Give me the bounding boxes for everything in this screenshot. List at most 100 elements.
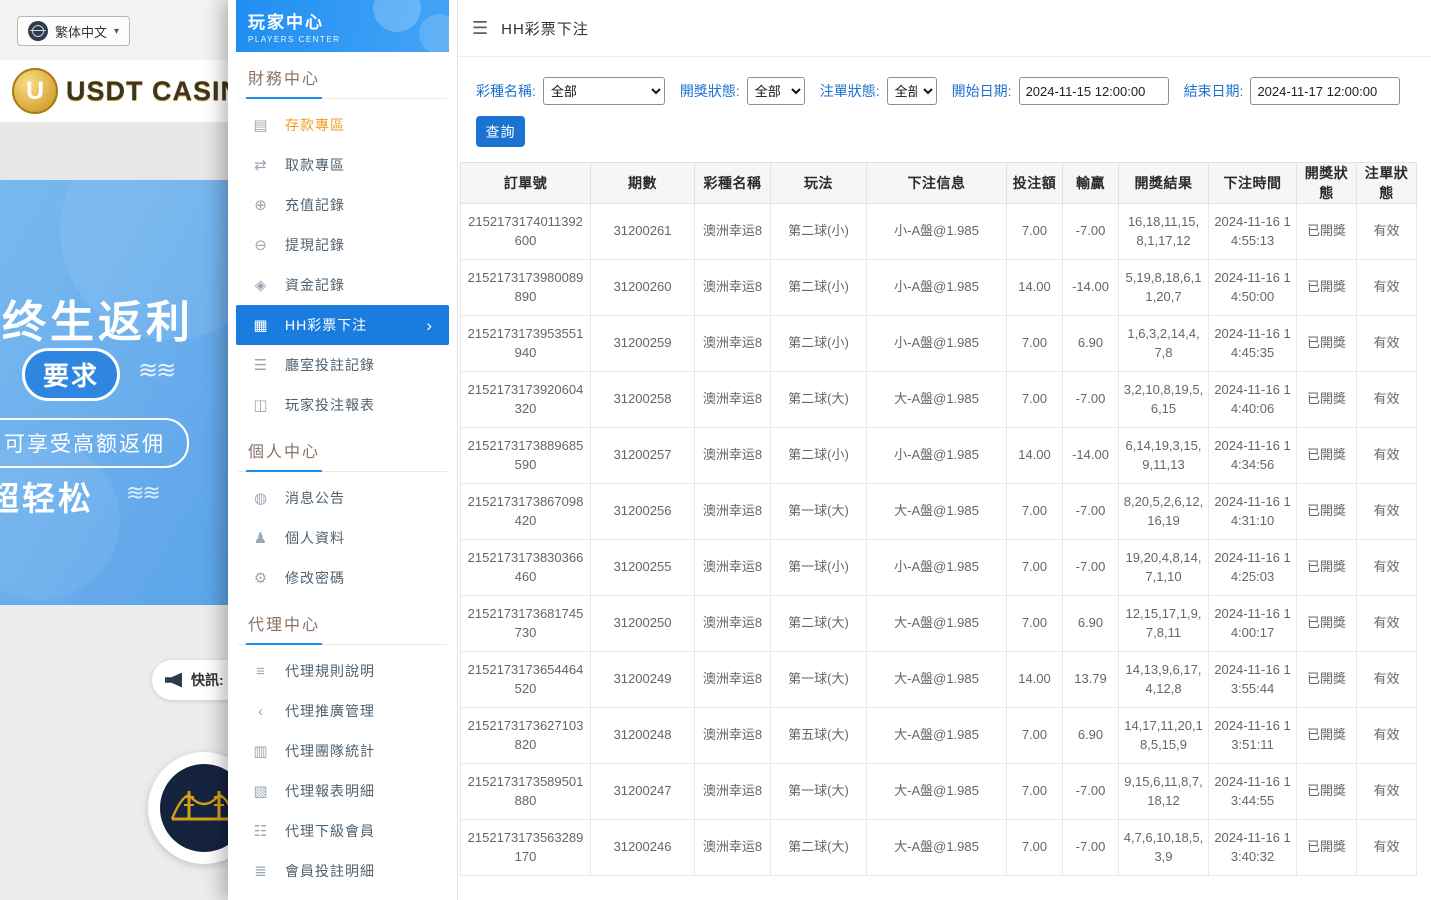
search-button[interactable]: 查詢 bbox=[476, 116, 525, 147]
table-cell: 有效 bbox=[1357, 820, 1417, 876]
table-cell: 第五球(大) bbox=[771, 708, 867, 764]
table-cell: 有效 bbox=[1357, 204, 1417, 260]
ball-icon bbox=[419, 14, 449, 52]
chevron-down-icon: ▾ bbox=[114, 26, 119, 37]
table-cell: 31200247 bbox=[591, 764, 695, 820]
sidebar-item[interactable]: ▦HH彩票下注› bbox=[236, 305, 449, 345]
content-topbar: ☰ HH彩票下注 bbox=[458, 0, 1431, 57]
table-cell: 31200248 bbox=[591, 708, 695, 764]
casino-logo-icon[interactable]: U bbox=[12, 68, 58, 114]
profile-icon: ♟ bbox=[252, 529, 270, 547]
table-row: 215217317358950188031200247澳洲幸运8第一球(大)大-… bbox=[461, 764, 1417, 820]
table-row: 215217317395355194031200259澳洲幸运8第二球(小)小-… bbox=[461, 316, 1417, 372]
sidebar-item[interactable]: ◫ 玩家投注報表 bbox=[236, 385, 449, 425]
table-cell: 7.00 bbox=[1007, 372, 1063, 428]
table-cell: 8,20,5,2,6,12,16,19 bbox=[1119, 484, 1209, 540]
table-cell: 2152173173830366460 bbox=[461, 540, 591, 596]
table-cell: -7.00 bbox=[1063, 372, 1119, 428]
table-cell: 小-A盤@1.985 bbox=[867, 428, 1007, 484]
end-date-input[interactable] bbox=[1250, 77, 1400, 105]
table-cell: -14.00 bbox=[1063, 428, 1119, 484]
sidebar-item[interactable]: ≣會員投註明細 bbox=[236, 851, 449, 891]
bets-table: 訂單號期數彩種名稱玩法下注信息投注額輸贏開獎結果下注時間開獎狀態注單狀態 215… bbox=[460, 162, 1417, 876]
table-cell: 第一球(小) bbox=[771, 540, 867, 596]
table-cell: 第一球(大) bbox=[771, 764, 867, 820]
sidebar-item[interactable]: ⊖提現記錄 bbox=[236, 225, 449, 265]
table-cell: 2152173173627103820 bbox=[461, 708, 591, 764]
table-header-row: 訂單號期數彩種名稱玩法下注信息投注額輸贏開獎結果下注時間開獎狀態注單狀態 bbox=[461, 163, 1417, 204]
table-cell: 大-A盤@1.985 bbox=[867, 708, 1007, 764]
sidebar-item-label: 代理團隊統計 bbox=[285, 741, 375, 761]
table-cell: 31200255 bbox=[591, 540, 695, 596]
sidebar-nav: 財務中心▤存款專區⇄取款專區⊕充值記錄⊖提現記錄◈資金記錄▦HH彩票下注›☰廳室… bbox=[236, 65, 449, 891]
table-row: 215217317365446452031200249澳洲幸运8第一球(大)大-… bbox=[461, 652, 1417, 708]
order-status-select[interactable]: 全部 bbox=[887, 77, 937, 105]
end-date-label: 結束日期: bbox=[1184, 81, 1244, 101]
table-cell: 已開獎 bbox=[1297, 428, 1357, 484]
table-cell: 已開獎 bbox=[1297, 596, 1357, 652]
table-cell: 有效 bbox=[1357, 708, 1417, 764]
table-row: 215217317398008989031200260澳洲幸运8第二球(小)小-… bbox=[461, 260, 1417, 316]
table-cell: 小-A盤@1.985 bbox=[867, 204, 1007, 260]
table-cell: 第二球(小) bbox=[771, 204, 867, 260]
agent-report-icon: ▧ bbox=[252, 782, 270, 800]
deposit-icon: ▤ bbox=[252, 116, 270, 134]
table-cell: 有效 bbox=[1357, 484, 1417, 540]
sidebar-item-label: 充值記錄 bbox=[285, 195, 345, 215]
table-cell: -7.00 bbox=[1063, 204, 1119, 260]
sidebar-item[interactable]: ☷代理下級會員 bbox=[236, 811, 449, 851]
sidebar-item[interactable]: ⇄取款專區 bbox=[236, 145, 449, 185]
menu-toggle-icon[interactable]: ☰ bbox=[472, 18, 488, 39]
sidebar-item-label: 玩家投注報表 bbox=[285, 395, 375, 415]
sidebar-item[interactable]: ◈資金記錄 bbox=[236, 265, 449, 305]
sidebar-item-label: 代理報表明細 bbox=[285, 781, 375, 801]
start-date-input[interactable] bbox=[1019, 77, 1169, 105]
globe-icon bbox=[28, 21, 48, 41]
table-cell: 14.00 bbox=[1007, 260, 1063, 316]
table-cell: 第二球(小) bbox=[771, 428, 867, 484]
table-cell: 已開獎 bbox=[1297, 316, 1357, 372]
table-cell: 31200259 bbox=[591, 316, 695, 372]
sidebar-item[interactable]: ▧ 代理報表明細 bbox=[236, 771, 449, 811]
sidebar-item[interactable]: ⊕充值記錄 bbox=[236, 185, 449, 225]
table-cell: 澳洲幸运8 bbox=[695, 316, 771, 372]
password-icon: ⚙ bbox=[252, 569, 270, 587]
sidebar-item[interactable]: ⚙修改密碼 bbox=[236, 558, 449, 598]
sidebar-item[interactable]: ▥代理團隊統計 bbox=[236, 731, 449, 771]
wave-decoration: ≋≋ bbox=[138, 356, 174, 385]
table-cell: 31200249 bbox=[591, 652, 695, 708]
sidebar-subtitle: PLAYERS CENTER bbox=[248, 35, 437, 44]
table-cell: 大-A盤@1.985 bbox=[867, 596, 1007, 652]
sidebar-item[interactable]: ☰廳室投註記錄 bbox=[236, 345, 449, 385]
column-header: 注單狀態 bbox=[1357, 163, 1417, 204]
column-header: 期數 bbox=[591, 163, 695, 204]
table-cell: 有效 bbox=[1357, 428, 1417, 484]
table-cell: 31200246 bbox=[591, 820, 695, 876]
table-cell: 第二球(大) bbox=[771, 372, 867, 428]
sidebar-item[interactable]: ◍消息公告 bbox=[236, 478, 449, 518]
table-cell: 31200261 bbox=[591, 204, 695, 260]
table-cell: 1,6,3,2,14,4,7,8 bbox=[1119, 316, 1209, 372]
sidebar-item-label: 代理下級會員 bbox=[285, 821, 375, 841]
table-cell: 澳洲幸运8 bbox=[695, 372, 771, 428]
player-report-icon: ◫ bbox=[252, 396, 270, 414]
table-row: 215217317386709842031200256澳洲幸运8第一球(大)大-… bbox=[461, 484, 1417, 540]
table-cell: 已開獎 bbox=[1297, 652, 1357, 708]
table-cell: 大-A盤@1.985 bbox=[867, 764, 1007, 820]
table-cell: 澳洲幸运8 bbox=[695, 260, 771, 316]
table-cell: 2152173173867098420 bbox=[461, 484, 591, 540]
table-cell: 已開獎 bbox=[1297, 484, 1357, 540]
draw-status-select[interactable]: 全部 bbox=[747, 77, 805, 105]
language-selector[interactable]: 繁体中文 ▾ bbox=[17, 16, 130, 46]
sidebar-item[interactable]: ▤存款專區 bbox=[236, 105, 449, 145]
table-row: 215217317356328917031200246澳洲幸运8第二球(大)大-… bbox=[461, 820, 1417, 876]
table-cell: 2024-11-16 14:34:56 bbox=[1209, 428, 1297, 484]
lottery-name-select[interactable]: 全部 bbox=[543, 77, 665, 105]
sidebar-item[interactable]: ‹代理推廣管理 bbox=[236, 691, 449, 731]
table-cell: 已開獎 bbox=[1297, 260, 1357, 316]
sidebar-item-label: 代理規則說明 bbox=[285, 661, 375, 681]
table-cell: 澳洲幸运8 bbox=[695, 764, 771, 820]
sidebar-item[interactable]: ♟個人資料 bbox=[236, 518, 449, 558]
sidebar-item[interactable]: ≡代理規則說明 bbox=[236, 651, 449, 691]
section-title-text: 代理中心 bbox=[246, 611, 322, 645]
